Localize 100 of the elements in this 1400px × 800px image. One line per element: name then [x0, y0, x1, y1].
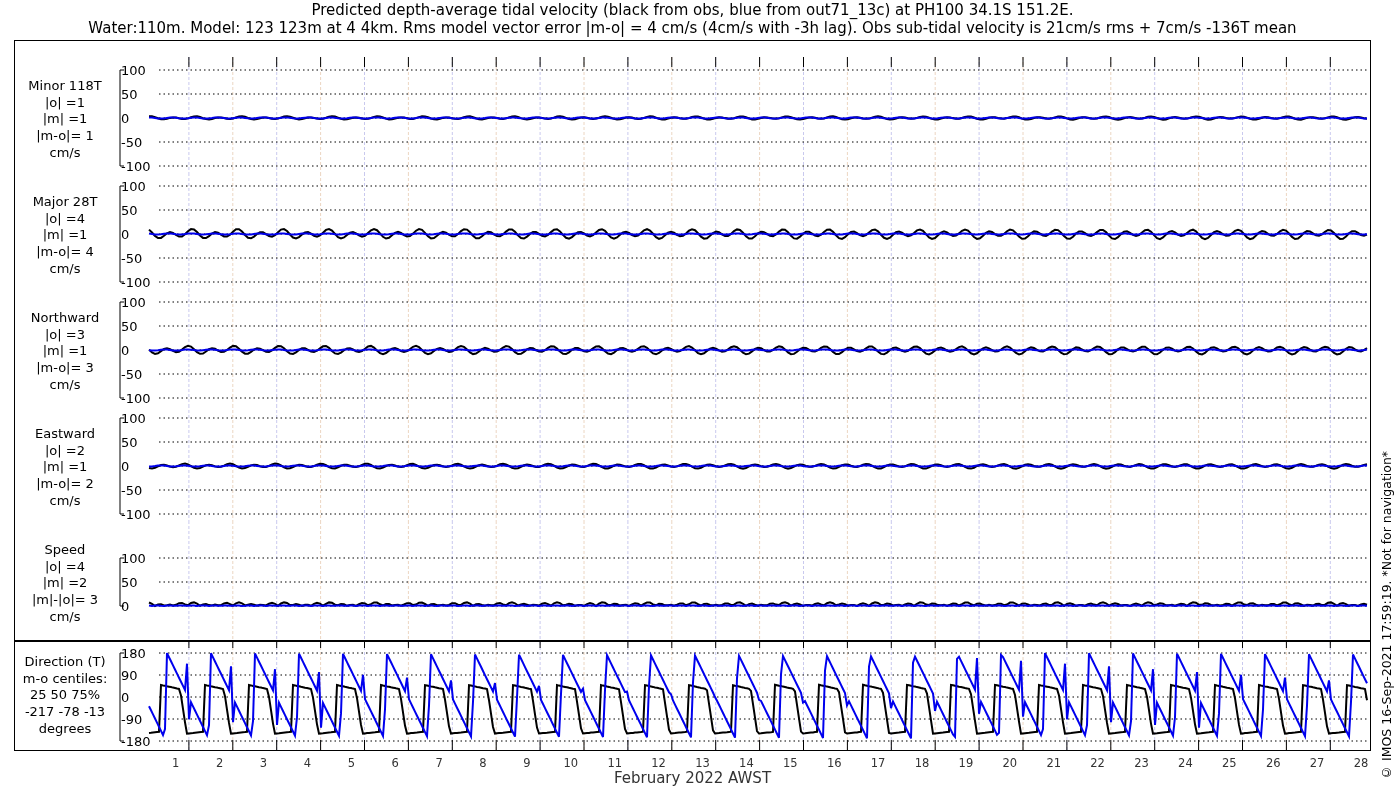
x-tick-label: 10 — [563, 756, 579, 770]
copyright-notice: © IMOS 16-Sep-2021 17:59:19. *Not for navigation* — [1379, 449, 1394, 780]
x-tick-mark — [934, 57, 936, 68]
x-tick-mark — [1154, 57, 1156, 68]
panel-label-line: |o| =3 — [45, 326, 85, 344]
y-tick-label: -50 — [121, 483, 143, 498]
panel-label-line: |m|-|o|= 3 — [31, 592, 99, 609]
panel-label-line: |m-o|= 1 — [36, 128, 94, 145]
y-tick-label: 0 — [121, 111, 130, 126]
panel-label-line: |o| =2 — [45, 442, 85, 460]
chart-title: Predicted depth-average tidal velocity (black from obs, blue from out71_13c) at PH100 34.1S 151.2E. — [311, 1, 1074, 19]
y-tick-label: -100 — [121, 275, 151, 289]
x-tick-mark — [1022, 57, 1024, 68]
panel-label-line: Speed — [44, 542, 86, 559]
x-tick-label: 20 — [1002, 756, 1018, 770]
y-tick-label: 0 — [121, 459, 130, 474]
y-tick-label: -100 — [121, 391, 151, 405]
panel-label-line: Eastward — [35, 426, 95, 443]
x-tick-mark — [451, 57, 453, 68]
x-tick-label: 3 — [259, 756, 268, 770]
chart-subtitle: Water:110m. Model: 123 123m at 4 4km. Rms model vector error |m-o| = 4 cm/s (4cm/s with -3h lag). Obs sub-tidal velocity is 21cm/s rms + 7cm/s -136T mean — [88, 19, 1297, 37]
panel-label-line: m-o centiles: — [22, 670, 108, 688]
x-tick-label: 8 — [479, 756, 487, 770]
y-tick-label: -100 — [121, 507, 151, 521]
x-tick-label: 13 — [695, 756, 710, 770]
x-tick-mark — [978, 57, 980, 68]
panel-label-line: Direction (T) — [24, 654, 106, 671]
x-tick-mark — [320, 57, 322, 68]
x-tick-label: 28 — [1353, 756, 1369, 770]
x-tick-label: 16 — [826, 756, 842, 770]
x-tick-label: 24 — [1178, 756, 1193, 770]
y-tick-label: 180 — [121, 646, 146, 661]
x-tick-label: 2 — [215, 756, 224, 770]
panel-label-line: |o| =4 — [45, 558, 85, 576]
x-tick-mark — [890, 57, 892, 68]
x-tick-mark — [1110, 57, 1112, 68]
x-tick-mark — [803, 57, 804, 68]
x-tick-mark — [364, 57, 365, 68]
panel-label-line: |m-o|= 3 — [36, 360, 94, 377]
panel-label-line: Northward — [30, 310, 100, 327]
x-tick-mark — [232, 57, 234, 68]
x-tick-label: 27 — [1309, 756, 1325, 770]
panel-label-line: cm/s — [49, 376, 81, 394]
panel-label-line: Minor 118T — [28, 78, 102, 95]
y-tick-label: 0 — [121, 599, 130, 614]
y-tick-label: 50 — [121, 319, 138, 334]
panel-label-line: 25 50 75% — [29, 687, 101, 705]
y-tick-label: -180 — [121, 734, 151, 749]
x-tick-mark — [846, 57, 848, 68]
x-tick-mark — [539, 57, 541, 68]
x-tick-label: 26 — [1265, 756, 1281, 770]
x-tick-label: 1 — [172, 756, 180, 770]
panel-label-line: cm/s — [49, 260, 81, 278]
panel-label-line: |m| =1 — [42, 227, 88, 245]
panel-label-line: |m| =1 — [42, 459, 88, 477]
panel-label-line: cm/s — [49, 608, 81, 626]
y-tick-label: 100 — [121, 295, 146, 310]
x-tick-label: 14 — [739, 756, 754, 770]
panel-label-line: |m-o|= 4 — [36, 244, 94, 261]
x-tick-label: 21 — [1046, 756, 1062, 770]
y-tick-label: 50 — [121, 203, 138, 218]
x-tick-label: 9 — [523, 756, 531, 770]
y-tick-label: -50 — [121, 367, 143, 382]
x-tick-mark — [1242, 57, 1243, 68]
panel-label-line: |m| =2 — [42, 575, 88, 593]
panel-label-line: |o| =4 — [45, 210, 85, 228]
x-tick-mark — [1285, 57, 1287, 68]
x-tick-mark — [715, 57, 717, 68]
x-tick-mark — [671, 57, 673, 68]
y-tick-label: -90 — [121, 712, 143, 727]
y-tick-label: 50 — [121, 87, 138, 102]
y-tick-label: 100 — [121, 551, 146, 566]
x-tick-mark — [759, 57, 761, 68]
x-tick-label: 19 — [958, 756, 974, 770]
y-tick-label: 0 — [121, 343, 130, 358]
x-tick-mark — [1198, 57, 1200, 68]
x-tick-mark — [188, 57, 190, 68]
panel-label-line: |m| =1 — [42, 111, 88, 129]
panel-label-line: cm/s — [49, 492, 81, 510]
y-tick-label: 50 — [121, 575, 138, 590]
y-tick-label: 50 — [121, 435, 138, 450]
x-tick-label: 12 — [651, 756, 666, 770]
x-tick-mark — [583, 57, 585, 68]
panel-label-line: |m| =1 — [42, 343, 88, 361]
x-tick-label: 23 — [1134, 756, 1149, 770]
y-tick-label: 0 — [121, 690, 130, 705]
y-tick-label: 90 — [121, 668, 138, 683]
panel-label-line: -217 -78 -13 — [24, 704, 106, 721]
panel-label-line: |o| =1 — [45, 94, 85, 112]
x-tick-label: 11 — [607, 756, 623, 770]
y-tick-label: 100 — [121, 179, 146, 194]
x-tick-label: 6 — [391, 756, 399, 770]
x-axis-label: February 2022 AWST — [612, 769, 773, 787]
x-tick-label: 17 — [870, 756, 886, 770]
panel-label-line: degrees — [38, 720, 92, 738]
x-tick-label: 22 — [1090, 756, 1105, 770]
x-tick-mark — [495, 57, 497, 68]
x-tick-label: 7 — [435, 756, 443, 770]
y-tick-label: 100 — [121, 63, 146, 78]
y-tick-label: -50 — [121, 135, 143, 150]
